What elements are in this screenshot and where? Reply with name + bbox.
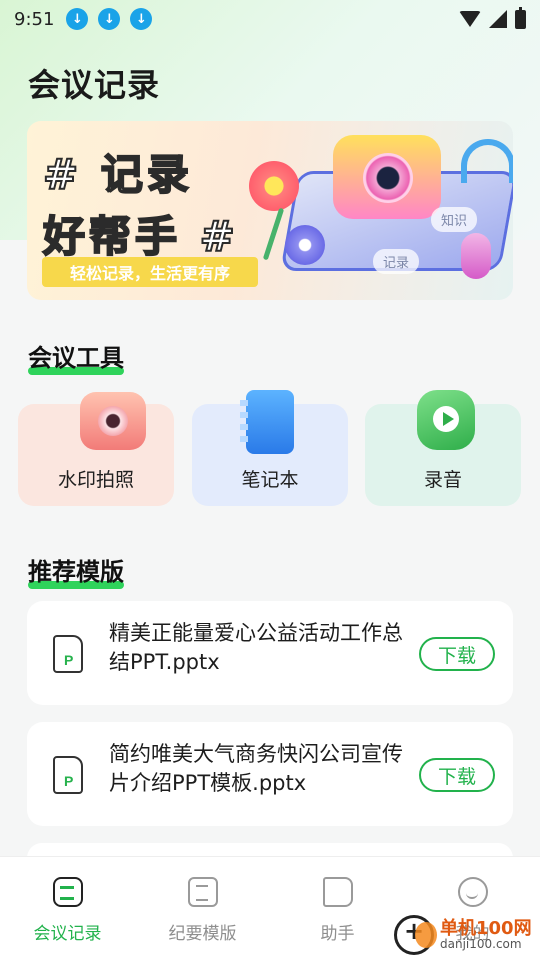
nav-label: 会议记录 bbox=[33, 924, 102, 944]
speaker-illustration bbox=[285, 225, 325, 265]
nav-meeting-records[interactable]: 会议记录 bbox=[0, 857, 135, 960]
signal-icon bbox=[489, 10, 507, 28]
microphone-illustration bbox=[461, 233, 491, 279]
camera-illustration bbox=[333, 135, 441, 219]
nav-label: 纪要模版 bbox=[168, 924, 237, 944]
section-title-tools: 会议工具 bbox=[28, 338, 124, 375]
smile-icon bbox=[457, 877, 488, 907]
pptx-file-icon: P bbox=[53, 756, 83, 794]
chat-notes-icon bbox=[52, 877, 83, 907]
site-watermark: 单机100网 danji100.com bbox=[394, 914, 532, 956]
watermark-title: 单机100网 bbox=[440, 918, 532, 939]
notebook-icon bbox=[240, 390, 294, 454]
tool-label: 笔记本 bbox=[241, 469, 299, 491]
tool-watermark-photo[interactable]: 水印拍照 bbox=[18, 392, 174, 506]
watermark-url: danji100.com bbox=[440, 937, 522, 951]
banner-headline-2: 好帮手 # bbox=[42, 211, 239, 262]
headphones-illustration bbox=[461, 139, 513, 183]
banner-pill-record: 记录 bbox=[373, 249, 420, 274]
tool-label: 录音 bbox=[423, 469, 462, 491]
document-icon bbox=[187, 877, 218, 907]
download-button[interactable]: 下载 bbox=[419, 758, 495, 792]
nav-assistant[interactable]: 助手 bbox=[270, 857, 405, 960]
page-title: 会议记录 bbox=[28, 66, 161, 104]
nav-label: 助手 bbox=[320, 924, 355, 944]
download-icon: ↓ bbox=[130, 8, 153, 30]
camera-icon bbox=[80, 392, 146, 450]
template-card[interactable]: P 简约唯美大气商务快闪公司宣传片介绍PPT模板.pptx 下载 bbox=[27, 722, 513, 826]
wifi-icon bbox=[459, 11, 481, 27]
flower-illustration bbox=[249, 161, 299, 211]
book-icon bbox=[322, 877, 353, 907]
template-name: 精美正能量爱心公益活动工作总结PPT.pptx bbox=[109, 621, 403, 674]
pptx-file-icon: P bbox=[53, 635, 83, 673]
status-time: 9:51 bbox=[14, 8, 55, 30]
tool-notebook[interactable]: 笔记本 bbox=[192, 390, 348, 506]
record-play-icon bbox=[417, 390, 475, 450]
watermark-logo-icon bbox=[394, 915, 437, 955]
promo-banner[interactable]: # 记录 好帮手 # 轻松记录，生活更有序 知识 记录 bbox=[27, 121, 513, 300]
status-bar: 9:51 ↓ ↓ ↓ bbox=[0, 0, 540, 38]
template-card[interactable]: P 精美正能量爱心公益活动工作总结PPT.pptx 下载 bbox=[27, 601, 513, 705]
template-name: 简约唯美大气商务快闪公司宣传片介绍PPT模板.pptx bbox=[109, 742, 403, 795]
banner-pill-knowledge: 知识 bbox=[431, 207, 478, 232]
download-icon: ↓ bbox=[98, 8, 121, 30]
banner-tagline: 轻松记录，生活更有序 bbox=[42, 257, 258, 287]
banner-headline-1: # 记录 bbox=[42, 149, 193, 200]
flower-stem-illustration bbox=[262, 207, 285, 261]
tool-record-audio[interactable]: 录音 bbox=[365, 390, 521, 506]
download-icon: ↓ bbox=[66, 8, 89, 30]
download-button[interactable]: 下载 bbox=[419, 637, 495, 671]
tool-label: 水印拍照 bbox=[57, 469, 134, 491]
nav-minutes-templates[interactable]: 纪要模版 bbox=[135, 857, 270, 960]
section-title-templates: 推荐模版 bbox=[28, 552, 124, 589]
battery-charging-icon bbox=[515, 6, 526, 29]
